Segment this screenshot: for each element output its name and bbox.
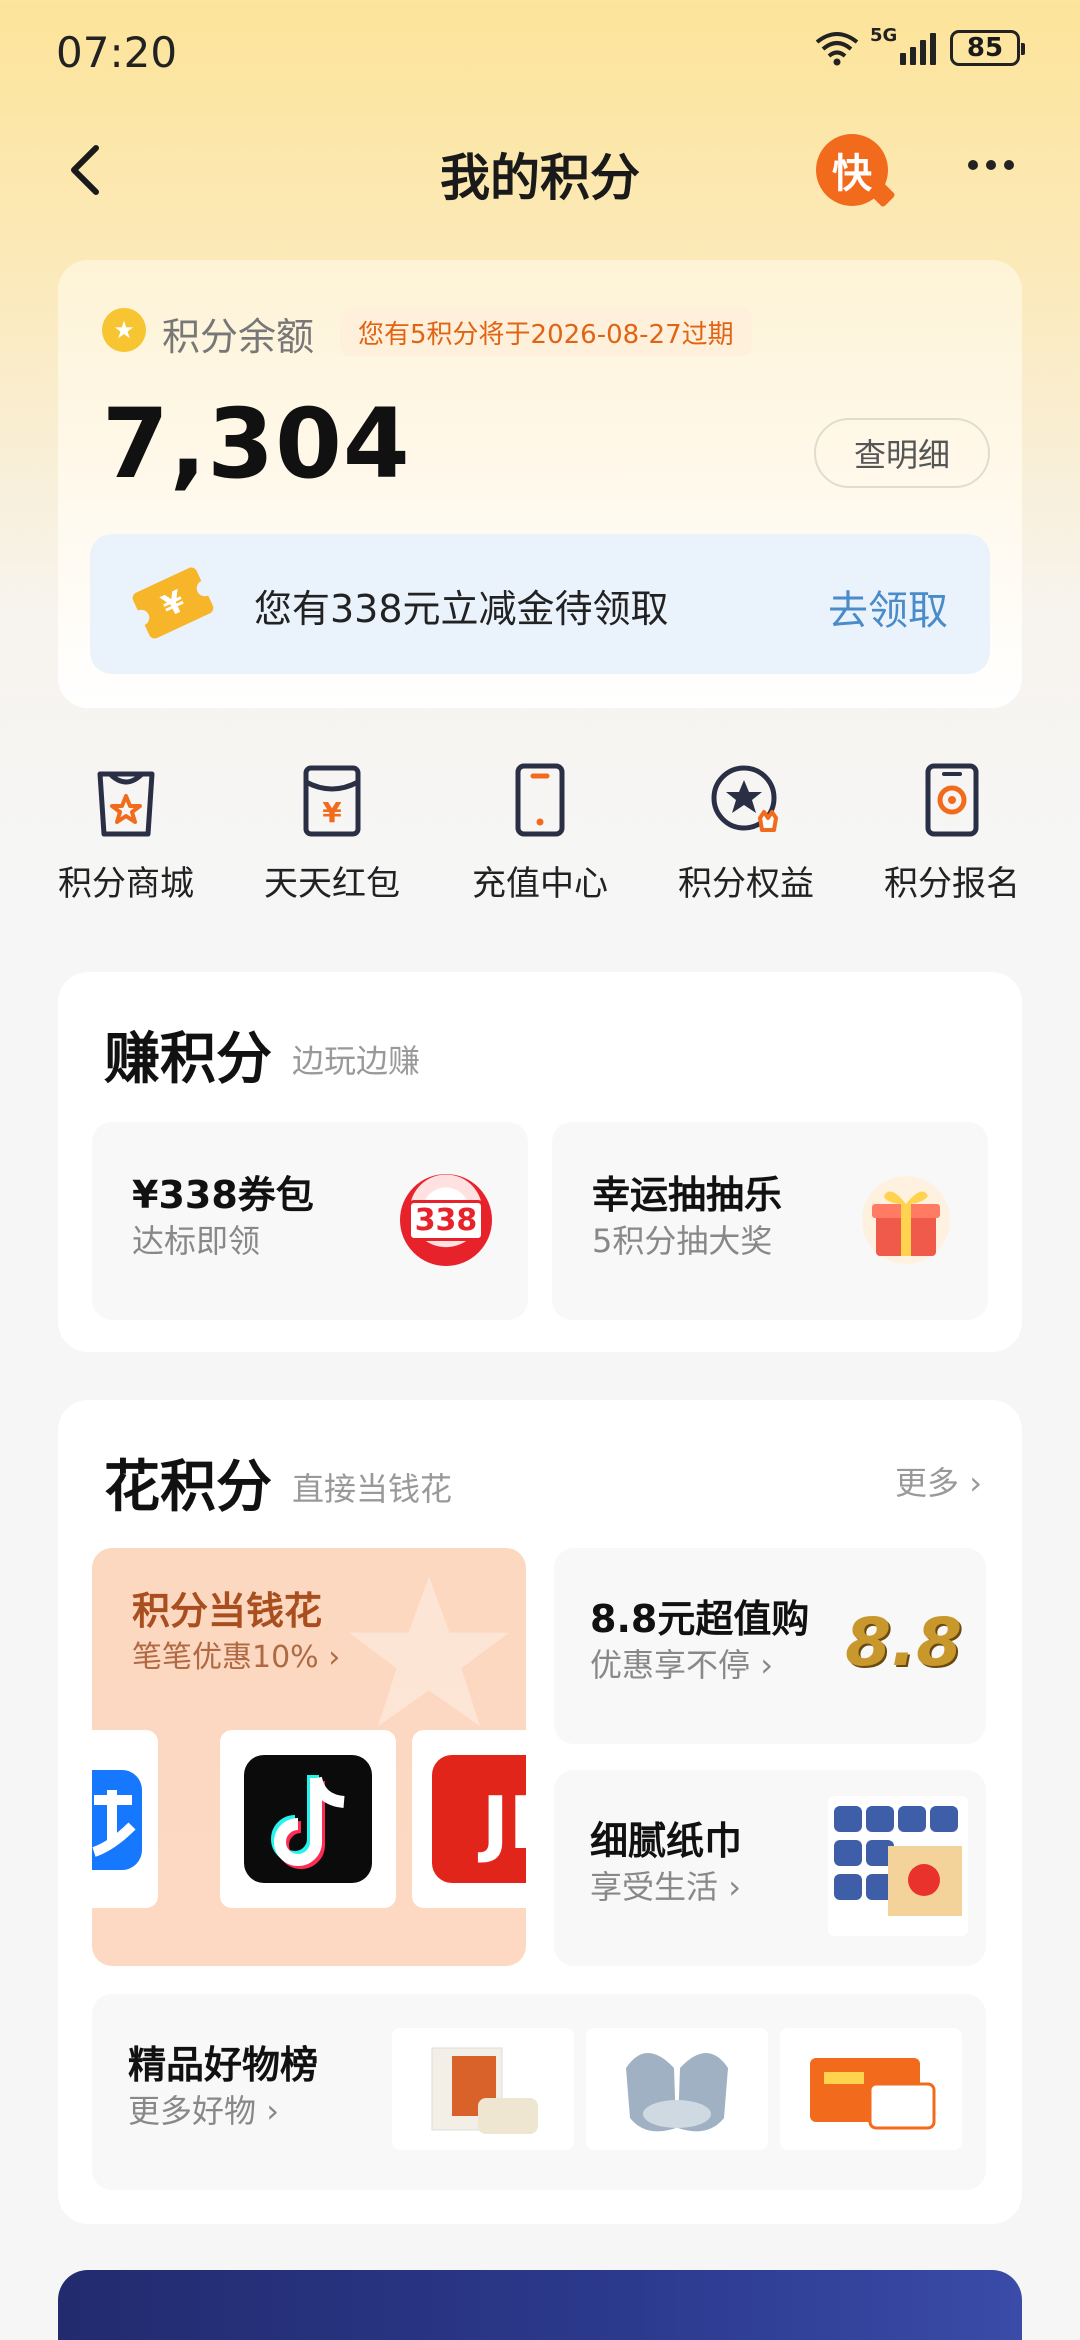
card-subtitle: 笔笔优惠10% ›: [132, 1640, 341, 1675]
coupon-banner[interactable]: ¥ 您有338元立减金待领取 去领取: [90, 534, 990, 674]
phone-icon: [500, 760, 580, 840]
product-image-pillow[interactable]: [586, 2028, 768, 2150]
quick-nav-redpacket[interactable]: ¥ 天天红包: [252, 760, 412, 905]
section-subtitle: 直接当钱花: [292, 1470, 453, 1508]
jd-logo-icon[interactable]: JD: [412, 1730, 526, 1908]
signup-icon: [912, 760, 992, 840]
status-bar: 07:20 5G 85: [0, 0, 1080, 110]
card-title: 8.8元超值购: [590, 1597, 810, 1641]
coupon-ticket-icon: ¥: [128, 562, 218, 644]
alipay-logo-icon[interactable]: [92, 1730, 158, 1908]
quick-nav-benefits[interactable]: 积分权益: [666, 760, 826, 905]
network-label: 5G: [870, 25, 898, 46]
more-options-icon[interactable]: [968, 160, 1014, 170]
quick-nav-label: 积分报名: [884, 864, 1020, 904]
quick-nav-label: 充值中心: [472, 864, 608, 904]
section-title: 花积分: [104, 1455, 272, 1520]
card-subtitle: 5积分抽大奖: [592, 1222, 773, 1260]
card-subtitle: 享受生活 ›: [590, 1868, 741, 1906]
product-image-giftbox[interactable]: [392, 2028, 574, 2150]
quick-nav-label: 积分商城: [58, 864, 194, 904]
coupon-338-icon: 338: [400, 1174, 492, 1266]
more-link[interactable]: 更多 ›: [895, 1458, 982, 1504]
quick-nav-signup[interactable]: 积分报名: [872, 760, 1032, 905]
spend-points-section: 花积分 直接当钱花 更多 › 积分当钱花 笔笔优惠10% › JD 8.8元超值…: [58, 1400, 1022, 2224]
status-icons: 5G 85: [814, 25, 1025, 66]
star-badge-icon: [706, 760, 786, 840]
kuai-badge-icon[interactable]: 快: [816, 134, 888, 206]
card-title: 精品好物榜: [128, 2043, 319, 2087]
price-88-badge: 8.8: [845, 1604, 962, 1681]
card-subtitle: 达标即领: [132, 1222, 261, 1260]
card-subtitle: 更多好物 ›: [128, 2092, 279, 2130]
quick-nav-label: 天天红包: [264, 864, 400, 904]
status-time: 07:20: [56, 28, 178, 77]
top-products-card[interactable]: 精品好物榜 更多好物 ›: [92, 1994, 986, 2190]
card-subtitle: 优惠享不停 ›: [590, 1646, 773, 1684]
battery-icon: 85: [950, 30, 1025, 66]
wifi-icon: [814, 30, 860, 66]
app-header: 我的积分 快: [0, 120, 1080, 220]
lucky-draw-card[interactable]: 幸运抽抽乐 5积分抽大奖: [552, 1122, 988, 1320]
points-balance-card: ★ 积分余额 您有5积分将于2026-08-27过期 7,304 查明细 ¥ 您…: [58, 260, 1022, 708]
tissue-product-image: [828, 1796, 968, 1936]
page-title: 我的积分: [440, 149, 640, 207]
section-subtitle: 边玩边赚: [292, 1042, 421, 1080]
points-as-cash-card[interactable]: 积分当钱花 笔笔优惠10% › JD: [92, 1548, 526, 1966]
earn-points-section: 赚积分 边玩边赚 ¥338券包 达标即领 338 幸运抽抽乐 5积分抽大奖: [58, 972, 1022, 1352]
svg-text:JD: JD: [477, 1781, 526, 1865]
chevron-right-icon: ›: [969, 1464, 982, 1502]
coupon-text: 您有338元立减金待领取: [254, 587, 669, 631]
bottom-banner[interactable]: [58, 2270, 1022, 2340]
coupon-pack-card[interactable]: ¥338券包 达标即领 338: [92, 1122, 528, 1320]
points-value: 7,304: [102, 388, 411, 500]
claim-coupon-link[interactable]: 去领取: [828, 578, 948, 636]
star-coin-icon: ★: [102, 308, 146, 352]
section-title: 赚积分: [104, 1027, 272, 1092]
tissue-card[interactable]: 细腻纸巾 享受生活 ›: [554, 1770, 986, 1966]
view-details-button[interactable]: 查明细: [814, 418, 990, 488]
card-title: 细腻纸巾: [590, 1819, 743, 1863]
product-image-tissue[interactable]: [780, 2028, 962, 2150]
card-title: ¥338券包: [132, 1173, 314, 1217]
expiry-notice: 您有5积分将于2026-08-27过期: [340, 308, 752, 356]
super-deal-card[interactable]: 8.8元超值购 优惠享不停 › 8.8: [554, 1548, 986, 1744]
douyin-logo-icon[interactable]: [220, 1730, 396, 1908]
red-envelope-icon: ¥: [292, 760, 372, 840]
quick-nav-recharge[interactable]: 充值中心: [460, 760, 620, 905]
svg-text:¥: ¥: [322, 796, 342, 829]
quick-nav-label: 积分权益: [678, 864, 814, 904]
signal-icon: 5G: [870, 25, 936, 65]
quick-nav-mall[interactable]: 积分商城: [46, 760, 206, 905]
gift-box-icon: [860, 1174, 952, 1266]
card-title: 积分当钱花: [132, 1589, 323, 1633]
star-decoration-icon: [349, 1576, 509, 1727]
card-title: 幸运抽抽乐: [592, 1173, 783, 1217]
quick-nav: 积分商城 ¥ 天天红包 充值中心 积分权益 积分报名: [0, 760, 1080, 910]
shopping-bag-icon: [86, 760, 166, 840]
balance-label: 积分余额: [162, 315, 315, 359]
